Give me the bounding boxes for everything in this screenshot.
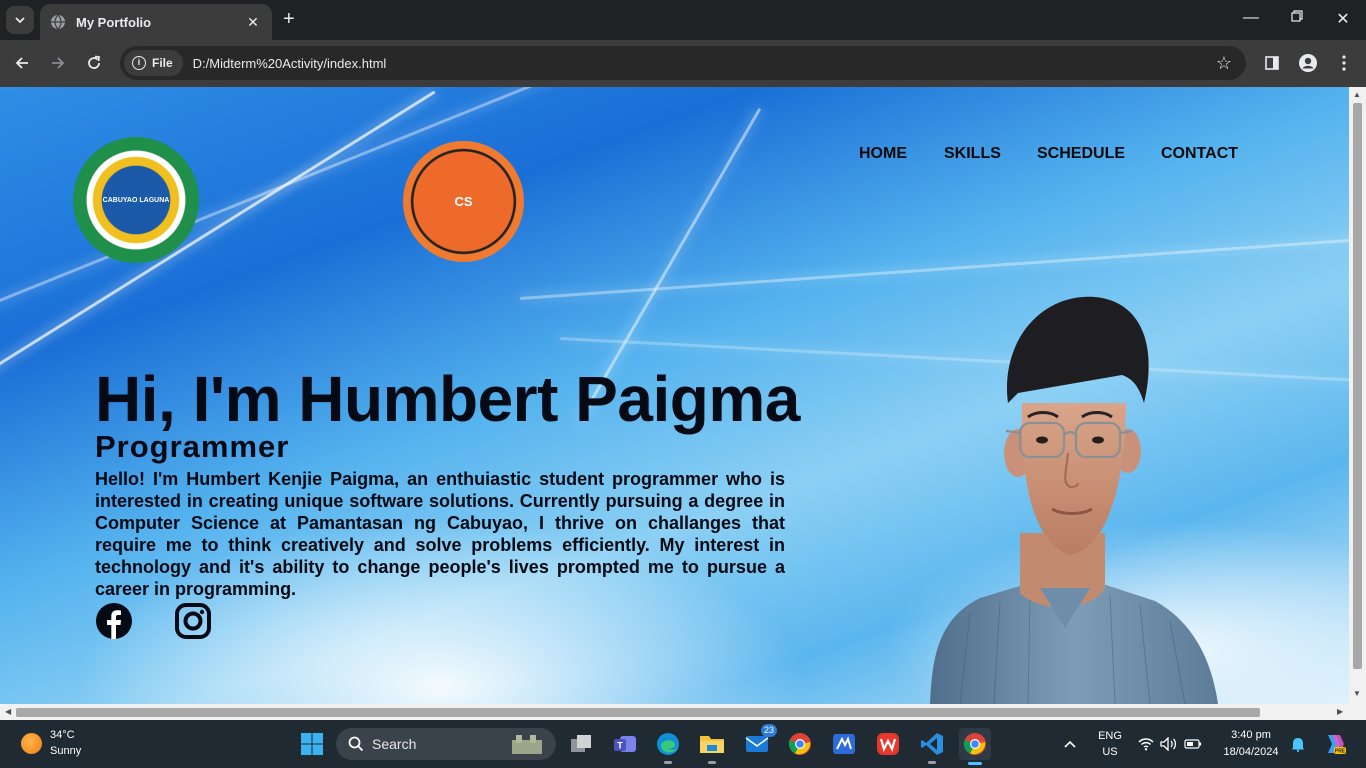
clock-date: 18/04/2024 <box>1223 746 1279 758</box>
globe-icon <box>51 14 65 30</box>
mail-badge: 23 <box>760 724 777 737</box>
mail-icon <box>745 736 769 752</box>
mail-button[interactable]: 23 <box>741 724 777 760</box>
hero-title: Hi, I'm Humbert Paigma <box>95 363 800 435</box>
chrome-button[interactable] <box>959 728 991 765</box>
tab-search-button[interactable] <box>6 6 34 34</box>
sun-icon <box>21 733 42 754</box>
search-highlight-icon <box>512 735 542 754</box>
vscode-button[interactable] <box>916 728 948 764</box>
university-logo: CABUYAO LAGUNA <box>73 137 199 263</box>
profile-icon[interactable] <box>1297 52 1319 74</box>
wifi-icon <box>1138 738 1154 751</box>
scroll-left-icon[interactable]: ◀ <box>5 707 11 716</box>
battery-icon <box>1184 739 1202 749</box>
nav-schedule[interactable]: SCHEDULE <box>1037 145 1125 163</box>
running-indicator <box>708 761 716 764</box>
chrome-icon <box>788 733 811 755</box>
weather-temperature: 34°C <box>50 729 75 741</box>
browser-tab-bar: My Portfolio ✕ + — ✕ <box>0 0 1366 40</box>
bell-icon <box>1291 738 1305 752</box>
wps-office-button[interactable] <box>872 728 904 760</box>
computer-studies-logo: CS <box>403 141 524 262</box>
nav-skills[interactable]: SKILLS <box>944 145 1001 163</box>
running-indicator <box>928 761 936 764</box>
volume-icon <box>1160 737 1177 751</box>
reload-icon[interactable] <box>83 52 105 74</box>
computer-studies-logo-text: CS <box>454 194 473 209</box>
language-top: ENG <box>1098 730 1122 742</box>
task-view-icon <box>571 735 591 752</box>
clock-time: 3:40 pm <box>1231 729 1271 741</box>
scroll-down-icon[interactable]: ▼ <box>1353 689 1361 698</box>
whiteboard-button[interactable] <box>828 728 860 760</box>
nav-contact[interactable]: CONTACT <box>1161 145 1238 163</box>
bookmark-star-icon[interactable]: ☆ <box>1216 53 1232 74</box>
minimize-icon[interactable]: — <box>1241 9 1261 27</box>
address-bar[interactable]: i File D:/Midterm%20Activity/index.html … <box>120 46 1246 80</box>
windows-icon <box>301 733 323 755</box>
task-view-button[interactable] <box>565 728 597 760</box>
quick-settings-button[interactable] <box>1134 728 1206 760</box>
hero-subtitle: Programmer <box>95 429 290 464</box>
weather-condition: Sunny <box>50 745 82 757</box>
horizontal-scrollbar[interactable]: ◀ ▶ <box>0 704 1366 720</box>
new-tab-button[interactable]: + <box>283 9 295 29</box>
page-viewport: CABUYAO LAGUNA CS HOME SKILLS SCHEDULE C… <box>0 87 1349 704</box>
horizontal-scroll-thumb[interactable] <box>16 708 1260 717</box>
chevron-up-icon <box>1064 740 1076 748</box>
teams-button[interactable]: T <box>609 728 641 760</box>
background-streak <box>0 90 436 390</box>
chrome-icon <box>963 733 986 755</box>
university-logo-text: CABUYAO LAGUNA <box>102 196 170 204</box>
close-window-icon[interactable]: ✕ <box>1333 9 1353 29</box>
language-bottom: US <box>1102 746 1118 758</box>
folder-icon <box>700 736 724 753</box>
copilot-button[interactable]: PRE <box>1318 728 1350 760</box>
scroll-up-icon[interactable]: ▲ <box>1353 90 1361 99</box>
vertical-scrollbar[interactable]: ▲ ▼ <box>1349 87 1366 704</box>
tab-close-icon[interactable]: ✕ <box>244 14 262 31</box>
running-indicator <box>664 761 672 764</box>
active-indicator <box>968 762 982 765</box>
edge-button[interactable] <box>652 728 684 764</box>
taskbar-search[interactable]: Search <box>336 728 556 760</box>
search-icon <box>348 736 364 752</box>
tab-title: My Portfolio <box>76 14 152 30</box>
chevron-down-icon <box>15 17 25 24</box>
restore-icon[interactable] <box>1287 9 1307 27</box>
search-label: Search <box>372 736 417 752</box>
chrome-profile-button[interactable] <box>784 728 816 760</box>
file-explorer-button[interactable] <box>696 728 728 764</box>
tray-overflow-button[interactable] <box>1056 728 1084 760</box>
url-text[interactable]: D:/Midterm%20Activity/index.html <box>193 56 1216 71</box>
svg-text:T: T <box>617 741 623 751</box>
site-info-chip[interactable]: i File <box>124 50 183 76</box>
nav-home[interactable]: HOME <box>859 145 907 163</box>
scroll-right-icon[interactable]: ▶ <box>1337 707 1343 716</box>
forward-icon[interactable] <box>47 52 69 74</box>
copilot-icon: PRE <box>1328 735 1346 755</box>
whiteboard-icon <box>833 734 855 754</box>
scheme-label: File <box>152 56 173 70</box>
instagram-icon[interactable] <box>174 602 212 640</box>
notifications-button[interactable] <box>1286 728 1310 760</box>
vscode-icon <box>921 733 943 755</box>
wps-icon <box>877 733 899 755</box>
vertical-scroll-thumb[interactable] <box>1353 103 1362 669</box>
active-tab[interactable]: My Portfolio ✕ <box>40 4 272 40</box>
svg-text:PRE: PRE <box>1335 749 1346 755</box>
menu-dots-icon[interactable] <box>1333 52 1355 74</box>
facebook-icon[interactable] <box>95 602 133 640</box>
hero-bio: Hello! I'm Humbert Kenjie Paigma, an ent… <box>95 469 785 599</box>
side-panel-icon[interactable] <box>1261 52 1283 74</box>
back-icon[interactable] <box>11 52 33 74</box>
edge-icon <box>657 733 679 755</box>
profile-photo <box>930 296 1218 704</box>
windows-taskbar: 34°C Sunny Search T 23 ENG US 3:40 pm 18… <box>0 720 1366 768</box>
info-icon: i <box>132 56 146 70</box>
teams-icon: T <box>614 736 636 752</box>
start-button[interactable] <box>296 728 328 760</box>
browser-toolbar: i File D:/Midterm%20Activity/index.html … <box>0 40 1366 87</box>
